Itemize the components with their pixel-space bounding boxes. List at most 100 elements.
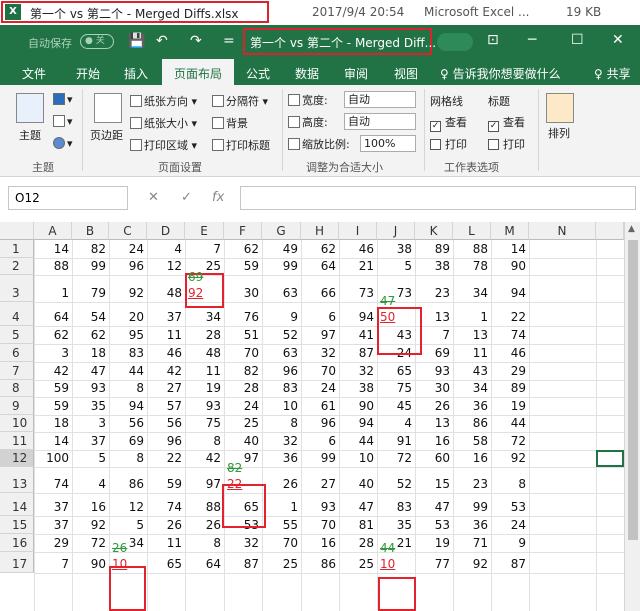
cell[interactable]: 22 [491,310,529,326]
cell[interactable]: 8 [109,451,147,467]
cell[interactable]: 63 [262,346,301,362]
minimize-button[interactable]: ─ [528,32,536,48]
effects-icon[interactable]: ▾ [53,137,73,150]
cell[interactable]: 88 [34,259,72,275]
cell[interactable]: 16 [453,451,491,467]
cell[interactable]: 70 [262,536,301,552]
file-row[interactable]: X 第一个 vs 第二个 - Merged Diffs.xlsx 2017/9/… [0,0,640,25]
cell[interactable]: 59 [34,399,72,415]
print-area-button[interactable]: 打印区域 ▾ [130,137,197,153]
tab-review[interactable]: 审阅 [344,65,368,82]
cell[interactable]: 8 [185,536,224,552]
cell[interactable]: 75 [377,381,415,397]
cell[interactable]: 38 [339,381,377,397]
cell[interactable]: 3 [72,416,109,432]
row-header[interactable]: 10 [0,415,34,432]
cell[interactable]: 97 [301,328,339,344]
cell[interactable]: 32 [301,346,339,362]
redo-icon[interactable]: ↷ [190,33,202,49]
cell[interactable]: 12 [109,500,147,516]
arrange-icon[interactable] [546,93,574,123]
cell[interactable]: 24 [491,518,529,534]
cell[interactable]: 90 [491,259,529,275]
tab-view[interactable]: 视图 [394,65,418,82]
row-header[interactable]: 3 [0,275,34,302]
cell[interactable]: 64 [34,310,72,326]
row-header[interactable]: 6 [0,344,34,362]
cell[interactable]: 96 [147,434,185,450]
cell[interactable]: 4 [72,477,109,493]
cell[interactable]: 28 [185,328,224,344]
cell[interactable]: 14 [491,242,529,258]
cell[interactable]: 27 [147,381,185,397]
cell[interactable]: 34 [185,310,224,326]
cell[interactable]: 10 [339,451,377,467]
col-header[interactable]: C [109,222,147,240]
cell[interactable]: 42 [147,364,185,380]
cell[interactable]: 94 [491,286,529,302]
cell[interactable]: 29 [491,364,529,380]
cell[interactable]: 24 [109,242,147,258]
cell[interactable]: 52 [262,328,301,344]
cell[interactable]: 37 [147,310,185,326]
cell[interactable]: 11 [147,328,185,344]
account-avatar[interactable] [437,33,473,51]
cell[interactable]: 93 [415,364,453,380]
headings-view-checkbox[interactable]: ✓ 查看 [488,114,525,132]
cell[interactable]: 35 [72,399,109,415]
cell[interactable]: 25 [224,416,262,432]
cell[interactable]: 65 [377,364,415,380]
cell[interactable]: 4 [147,242,185,258]
cell[interactable]: 35 [377,518,415,534]
cell[interactable]: 34 [453,381,491,397]
themes-icon[interactable] [16,93,44,123]
cell[interactable]: 74 [491,328,529,344]
cell[interactable]: 70 [301,518,339,534]
cell[interactable]: 89 [491,381,529,397]
cell[interactable]: 37 [34,518,72,534]
cell[interactable]: 72 [491,434,529,450]
colors-icon[interactable]: ▾ [53,93,73,106]
scale-input[interactable]: 100% [360,135,416,152]
cell[interactable]: 52 [377,477,415,493]
cell[interactable]: 44 [339,434,377,450]
cell[interactable]: 92 [109,286,147,302]
cell[interactable]: 99 [262,259,301,275]
cell[interactable]: 99 [301,451,339,467]
cell[interactable]: 93 [185,399,224,415]
col-header[interactable]: F [224,222,262,240]
cell[interactable]: 56 [109,416,147,432]
cell[interactable]: 18 [72,346,109,362]
cell[interactable]: 20 [109,310,147,326]
cell[interactable]: 92 [453,557,491,573]
tab-insert[interactable]: 插入 [124,65,148,82]
row-header[interactable]: 2 [0,258,34,275]
cell[interactable]: 32 [224,536,262,552]
tab-formulas[interactable]: 公式 [246,65,270,82]
cell[interactable]: 44 [109,364,147,380]
cell[interactable]: 74 [34,477,72,493]
row-header[interactable]: 11 [0,432,34,450]
cell[interactable]: 11 [185,364,224,380]
cell[interactable]: 46 [147,346,185,362]
cell[interactable]: 51 [224,328,262,344]
row-header[interactable]: 9 [0,397,34,415]
cell[interactable]: 36 [262,451,301,467]
cell[interactable]: 28 [339,536,377,552]
cell[interactable]: 41 [339,328,377,344]
cell[interactable]: 61 [301,399,339,415]
cell[interactable]: 16 [301,536,339,552]
cell[interactable]: 6 [301,434,339,450]
cell[interactable]: 11 [147,536,185,552]
cell[interactable]: 24 [224,399,262,415]
cell[interactable]: 65 [147,557,185,573]
cell[interactable]: 38 [377,242,415,258]
cell[interactable]: 5 [109,518,147,534]
cell[interactable]: 88 [453,242,491,258]
cell[interactable]: 66 [301,286,339,302]
file-name[interactable]: 第一个 vs 第二个 - Merged Diffs.xlsx [30,5,239,22]
cell[interactable]: 38 [415,259,453,275]
select-all-corner[interactable] [0,222,34,240]
cell[interactable]: 21 [339,259,377,275]
cell[interactable]: 1 [262,500,301,516]
